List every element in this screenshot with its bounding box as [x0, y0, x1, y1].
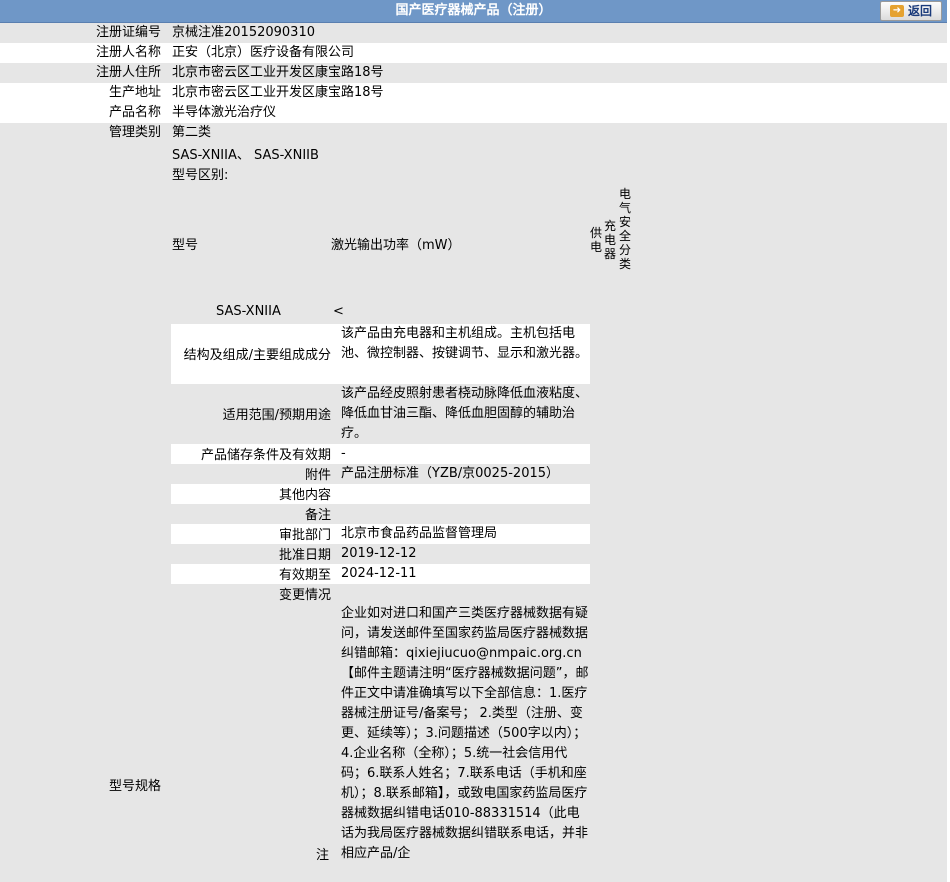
spec-distinction-label: 型号区别:	[172, 168, 229, 183]
detail-row-attachment: 附件 产品注册标准（YZB/京0025-2015）	[171, 464, 590, 484]
detail-label: 适用范围/预期用途	[222, 408, 331, 423]
detail-row-storage: 产品储存条件及有效期 -	[171, 444, 590, 464]
detail-row-remark: 备注	[171, 504, 590, 524]
field-value: 北京市密云区工业开发区康宝路18号	[172, 85, 384, 100]
detail-value: 产品注册标准（YZB/京0025-2015）	[341, 466, 560, 481]
field-label: 管理类别	[108, 125, 161, 140]
detail-row-changes: 变更情况	[171, 584, 590, 604]
detail-row-intended-use: 适用范围/预期用途 该产品经皮照射患者桡动脉降低血液粘度、降低血甘油三酯、降低血…	[171, 384, 590, 444]
spec-row-model: SAS-XNIIA	[216, 304, 281, 319]
spec-col-model: 型号	[172, 238, 199, 253]
back-button-label: 返回	[907, 4, 932, 18]
detail-label: 附件	[304, 468, 331, 483]
spec-col-power-supply: 供电	[589, 226, 602, 254]
spec-row-power: <	[333, 304, 344, 319]
field-value: 北京市密云区工业开发区康宝路18号	[172, 65, 384, 80]
spec-col-charger: 充电器	[603, 219, 616, 261]
detail-label: 备注	[304, 508, 331, 523]
field-row-category: 管理类别 第二类	[0, 123, 947, 143]
field-value: 第二类	[172, 125, 212, 140]
back-button[interactable]: ➜ 返回	[880, 1, 942, 21]
field-value: 京械注准20152090310	[172, 25, 315, 40]
field-row-registrant: 注册人名称 正安（北京）医疗设备有限公司	[0, 43, 947, 63]
detail-row-other: 其他内容	[171, 484, 590, 504]
detail-row-approval-dept: 审批部门 北京市食品药品监督管理局	[171, 524, 590, 544]
detail-value: 北京市食品药品监督管理局	[341, 526, 498, 541]
field-label: 生产地址	[108, 85, 161, 100]
note-text: 企业如对进口和国产三类医疗器械数据有疑问，请发送邮件至国家药监局医疗器械数据纠错…	[341, 606, 589, 861]
detail-value: 该产品由充电器和主机组成。主机包括电池、微控制器、按键调节、显示和激光器。	[341, 326, 589, 361]
spec-models: SAS-XNIIA、 SAS-XNIIB	[172, 148, 319, 163]
back-arrow-icon: ➜	[889, 5, 904, 17]
field-label: 注册证编号	[95, 25, 161, 40]
detail-row-structure: 结构及组成/主要组成成分 该产品由充电器和主机组成。主机包括电池、微控制器、按键…	[171, 324, 590, 384]
detail-value: 2024-12-11	[341, 566, 417, 581]
field-row-registrant-address: 注册人住所 北京市密云区工业开发区康宝路18号	[0, 63, 947, 83]
detail-value: 2019-12-12	[341, 546, 417, 561]
detail-label: 批准日期	[278, 548, 331, 563]
spec-label: 型号规格	[108, 779, 161, 794]
spec-col-safety: 电气安全分类	[618, 187, 631, 271]
detail-label: 审批部门	[278, 528, 331, 543]
field-label: 注册人名称	[95, 45, 161, 60]
detail-label: 结构及组成/主要组成成分	[183, 348, 331, 363]
field-label: 注册人住所	[95, 65, 161, 80]
detail-label: 产品储存条件及有效期	[200, 448, 331, 463]
detail-row-valid-until: 有效期至 2024-12-11	[171, 564, 590, 584]
page-header: 国产医疗器械产品（注册） ➜ 返回	[0, 0, 947, 23]
detail-label: 其他内容	[278, 488, 331, 503]
field-value: 正安（北京）医疗设备有限公司	[172, 45, 355, 60]
note-label: 注	[316, 848, 330, 863]
field-row-reg-no: 注册证编号 京械注准20152090310	[0, 23, 947, 43]
spec-section: 型号规格 SAS-XNIIA、 SAS-XNIIB 型号区别: 型号 激光输出功…	[0, 143, 947, 882]
field-row-production-address: 生产地址 北京市密云区工业开发区康宝路18号	[0, 83, 947, 103]
detail-row-approval-date: 批准日期 2019-12-12	[171, 544, 590, 564]
field-value: 半导体激光治疗仪	[172, 105, 277, 120]
detail-label: 有效期至	[278, 568, 331, 583]
page-title: 国产医疗器械产品（注册）	[395, 3, 552, 18]
field-label: 产品名称	[108, 105, 161, 120]
detail-value: -	[341, 446, 346, 461]
detail-value: 该产品经皮照射患者桡动脉降低血液粘度、降低血甘油三酯、降低血胆固醇的辅助治疗。	[341, 386, 589, 441]
detail-label: 变更情况	[278, 588, 331, 603]
spec-col-power: 激光输出功率（mW）	[331, 238, 461, 253]
field-row-product-name: 产品名称 半导体激光治疗仪	[0, 103, 947, 123]
